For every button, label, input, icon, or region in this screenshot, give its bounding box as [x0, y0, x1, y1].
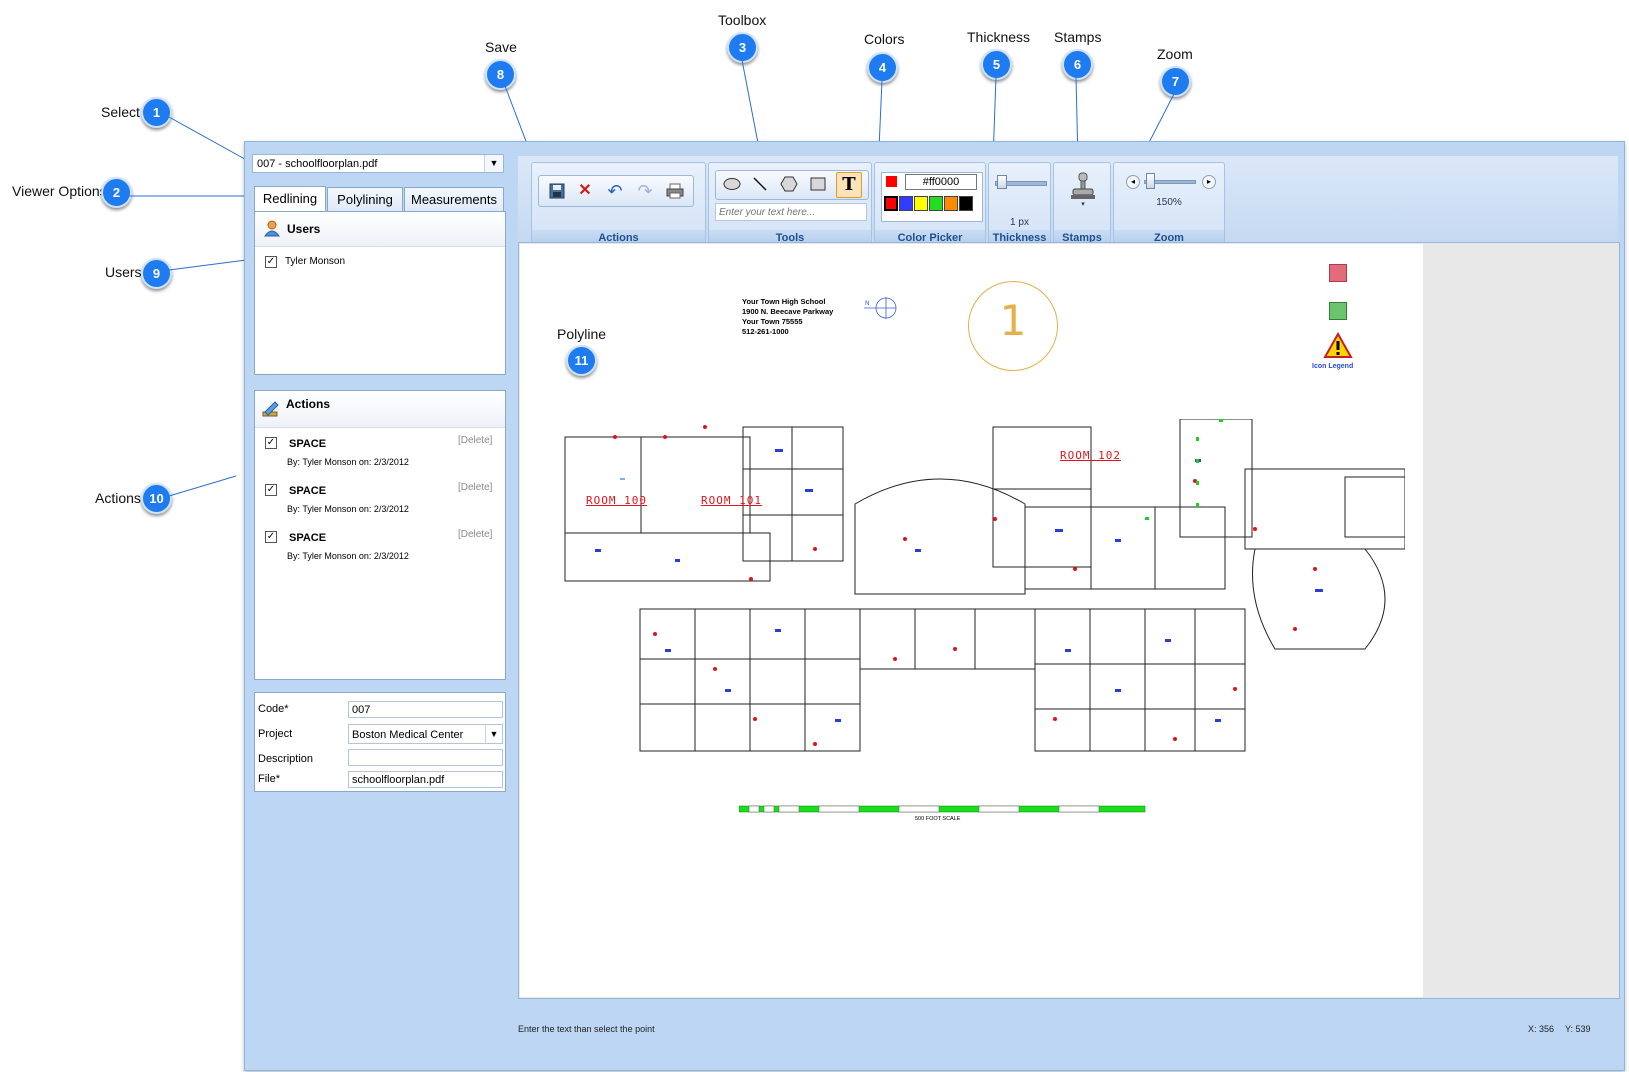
project-label: Project	[258, 728, 293, 740]
pencil-edit-icon	[262, 401, 279, 417]
save-icon[interactable]	[546, 180, 568, 202]
code-input[interactable]: 007	[348, 701, 503, 718]
users-panel-header: Users	[255, 212, 505, 247]
action-name: SPACE	[289, 485, 327, 497]
thickness-group: 1 px Thickness	[988, 162, 1051, 247]
project-select-value: Boston Medical Center	[352, 729, 464, 741]
user-icon	[264, 220, 280, 237]
color-swatch-green[interactable]	[929, 196, 943, 211]
address-line: Your Town 75555	[742, 317, 803, 326]
file-input[interactable]: schoolfloorplan.pdf	[348, 771, 503, 788]
floorplan-drawing	[564, 419, 1405, 752]
action-delete-link[interactable]: [Delete]	[458, 482, 492, 493]
action-delete-link[interactable]: [Delete]	[458, 529, 492, 540]
exit-icon	[1329, 302, 1347, 320]
user-checkbox[interactable]: ✓	[265, 256, 277, 268]
users-panel-title: Users	[287, 222, 321, 236]
address-line: 1900 N. Beecave Parkway	[742, 307, 834, 316]
zoom-group: ◂ ▸ 150% Zoom	[1113, 162, 1225, 247]
color-hex-input[interactable]: #ff0000	[905, 174, 977, 190]
redo-icon[interactable]: ↷	[634, 180, 656, 202]
actions-panel-title: Actions	[286, 397, 331, 411]
scale-label: 500 FOOT SCALE	[915, 816, 961, 822]
callout-polyline-label: Polyline	[557, 326, 607, 342]
action-author: By: Tyler Monson on: 2/3/2012	[287, 551, 409, 561]
action-checkbox[interactable]: ✓	[265, 531, 277, 543]
polygon-icon[interactable]	[778, 173, 800, 195]
line-icon[interactable]	[749, 173, 771, 195]
print-icon[interactable]	[664, 180, 686, 202]
color-swatch-yellow[interactable]	[914, 196, 928, 211]
action-checkbox[interactable]: ✓	[265, 437, 277, 449]
zoom-out-icon[interactable]: ◂	[1126, 175, 1140, 189]
tab-polylining[interactable]: Polylining	[327, 187, 403, 211]
tab-redlining[interactable]: Redlining	[254, 186, 326, 212]
room-label[interactable]: ROOM 101	[701, 494, 762, 507]
action-author: By: Tyler Monson on: 2/3/2012	[287, 504, 409, 514]
home-icon	[1329, 264, 1347, 282]
text-annotation-input[interactable]	[715, 203, 867, 221]
zoom-slider-thumb[interactable]	[1146, 173, 1156, 189]
chevron-down-icon[interactable]: ▼	[485, 725, 502, 743]
user-name: Tyler Monson	[285, 256, 346, 267]
address-line: 512-261-1000	[742, 327, 789, 336]
tools-group: T Tools	[708, 162, 872, 247]
users-panel: Users ✓ Tyler Monson	[254, 211, 506, 375]
action-author: By: Tyler Monson on: 2/3/2012	[287, 457, 409, 467]
thickness-slider-thumb[interactable]	[997, 175, 1008, 189]
current-color-swatch	[886, 176, 897, 187]
rectangle-icon[interactable]	[807, 173, 829, 195]
actions-panel: Actions ✓ SPACE [Delete] By: Tyler Monso…	[254, 390, 506, 680]
description-input[interactable]	[348, 749, 503, 766]
actions-group: ✕ ↶ ↷ Actions	[531, 162, 706, 247]
delete-icon[interactable]: ✕	[574, 180, 596, 202]
icon-legend-label: Icon Legend	[1312, 363, 1354, 370]
status-message: Enter the text than select the point	[518, 1024, 655, 1034]
file-select-value: 007 - schoolfloorplan.pdf	[257, 158, 378, 170]
action-delete-link[interactable]: [Delete]	[458, 435, 492, 446]
description-label: Description	[258, 753, 314, 765]
color-swatch-red[interactable]	[884, 196, 898, 211]
thickness-value: 1 px	[1010, 217, 1029, 228]
actions-panel-header: Actions	[255, 391, 505, 428]
file-select[interactable]: 007 - schoolfloorplan.pdf ▼	[252, 154, 504, 173]
color-swatch-black[interactable]	[959, 196, 973, 211]
drawing-number: 1	[999, 296, 1027, 345]
status-y-coordinate: Y: 539	[1565, 1024, 1591, 1034]
stamps-group: ▾ Stamps	[1053, 162, 1111, 247]
action-name: SPACE	[289, 532, 327, 544]
room-label[interactable]: ROOM 100	[586, 494, 647, 507]
undo-icon[interactable]: ↶	[604, 180, 626, 202]
color-swatch-orange[interactable]	[944, 196, 958, 211]
address-line: Your Town High School	[742, 297, 826, 306]
zoom-in-icon[interactable]: ▸	[1202, 175, 1216, 189]
text-icon[interactable]: T	[836, 172, 862, 198]
school-address: Your Town High School 1900 N. Beecave Pa…	[742, 297, 833, 337]
action-name: SPACE	[289, 438, 327, 450]
north-arrow-icon: N	[864, 297, 897, 319]
code-label: Code*	[258, 703, 289, 715]
ellipse-icon[interactable]	[721, 173, 743, 195]
svg-text:▾: ▾	[1081, 200, 1085, 207]
status-x-coordinate: X: 356	[1528, 1024, 1555, 1034]
color-picker-group: #ff0000 Color Picker	[874, 162, 986, 247]
chevron-down-icon[interactable]: ▼	[484, 155, 503, 172]
callout-polyline-badge: 11	[566, 345, 597, 376]
tab-measurements[interactable]: Measurements	[404, 187, 504, 211]
stamp-icon[interactable]: ▾	[1070, 171, 1096, 212]
document-form: Code* 007 Project Boston Medical Center …	[254, 692, 506, 792]
warning-icon	[1323, 332, 1353, 358]
project-select[interactable]: Boston Medical Center ▼	[348, 724, 503, 744]
zoom-value: 150%	[1156, 197, 1182, 208]
action-checkbox[interactable]: ✓	[265, 484, 277, 496]
color-swatch-blue[interactable]	[899, 196, 913, 211]
file-label: File*	[258, 773, 281, 785]
room-label[interactable]: ROOM 102	[1060, 449, 1121, 462]
svg-text:N: N	[865, 300, 870, 307]
